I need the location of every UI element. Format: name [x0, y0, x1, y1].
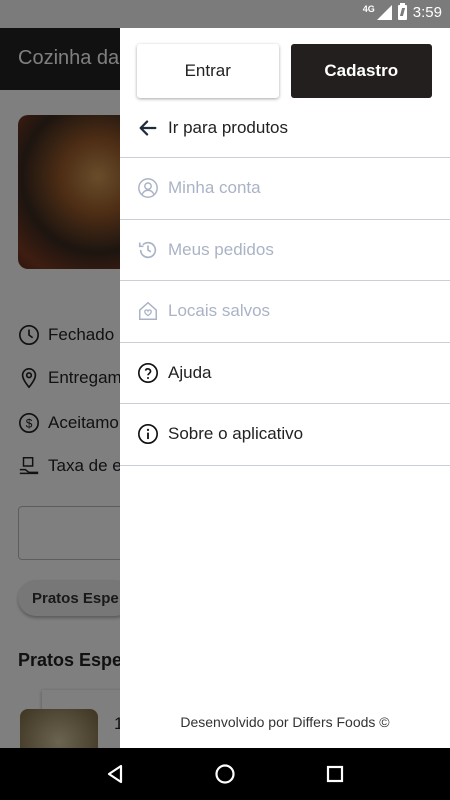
- navigation-drawer: Entrar Cadastro Ir para produtos Minha c…: [120, 28, 450, 748]
- my-orders-label: Meus pedidos: [168, 239, 274, 259]
- my-account-label: Minha conta: [168, 178, 261, 198]
- nav-recents-button[interactable]: [315, 754, 355, 794]
- my-account-item[interactable]: Minha conta: [120, 158, 450, 220]
- info-icon: [138, 424, 158, 445]
- recents-square-icon: [326, 765, 344, 783]
- system-nav-bar: [0, 748, 450, 800]
- saved-places-label: Locais salvos: [168, 301, 271, 321]
- help-item[interactable]: Ajuda: [120, 343, 450, 404]
- signal-icon: [376, 5, 392, 20]
- status-bar: 4G 3:59: [0, 0, 450, 28]
- login-button[interactable]: Entrar: [137, 44, 279, 98]
- saved-home-icon: [139, 302, 157, 321]
- signup-button[interactable]: Cadastro: [290, 44, 432, 98]
- battery-icon: [397, 3, 407, 20]
- about-app-item[interactable]: Sobre o aplicativo: [120, 404, 450, 466]
- my-orders-item[interactable]: Meus pedidos: [120, 220, 450, 281]
- help-icon: [138, 362, 158, 383]
- go-to-products-item[interactable]: Ir para produtos: [120, 98, 450, 158]
- help-label: Ajuda: [168, 362, 212, 382]
- network-type: 4G: [362, 3, 375, 14]
- arrow-left-icon: [139, 119, 157, 136]
- drawer-menu: Ir para produtos Minha conta Meus pedido…: [120, 98, 450, 466]
- about-app-label: Sobre o aplicativo: [168, 424, 304, 444]
- go-to-products-label: Ir para produtos: [168, 117, 289, 137]
- back-triangle-icon: [107, 764, 123, 784]
- developer-credit: Desenvolvido por Differs Foods ©: [180, 714, 390, 730]
- nav-back-button[interactable]: [95, 754, 135, 794]
- saved-places-item[interactable]: Locais salvos: [120, 281, 450, 343]
- home-circle-icon: [215, 764, 235, 784]
- user-circle-icon: [138, 178, 158, 199]
- history-icon: [138, 241, 157, 258]
- clock: 3:59: [412, 4, 442, 21]
- auth-buttons: Entrar Cadastro: [137, 44, 432, 98]
- nav-home-button[interactable]: [205, 754, 245, 794]
